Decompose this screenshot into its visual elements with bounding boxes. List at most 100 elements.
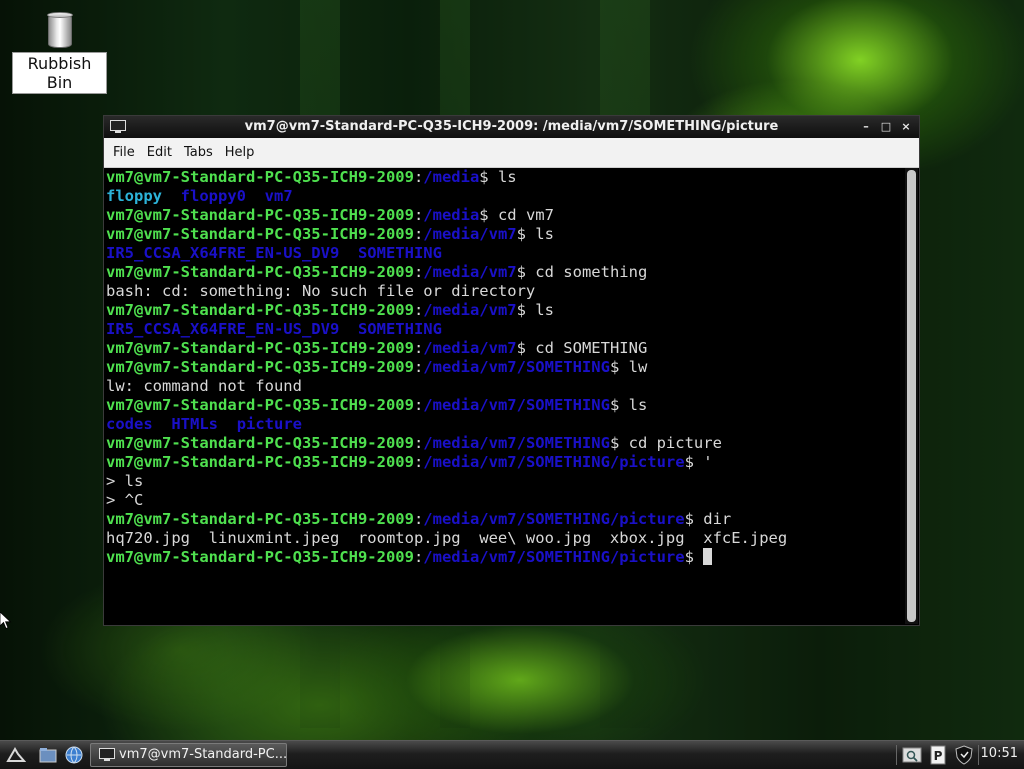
prompt-path: /media [423,168,480,186]
dir-gap [339,320,358,338]
prompt-user: vm7@vm7-Standard-PC-Q35-ICH9-2009 [106,225,414,243]
prompt-user: vm7@vm7-Standard-PC-Q35-ICH9-2009 [106,263,414,281]
terminal-line: vm7@vm7-Standard-PC-Q35-ICH9-2009:/media… [106,396,906,415]
tray-separator [896,745,897,765]
command-text: ls [497,168,517,186]
output-text: > ^C [106,491,144,509]
clipboard-icon[interactable]: P [928,745,948,765]
maximize-button[interactable]: □ [877,118,895,135]
directory-entry: HTMLs [171,415,219,433]
prompt-separator: : [413,548,424,566]
taskbar-task-terminal[interactable]: vm7@vm7-Standard-PC... [90,743,287,767]
prompt-user: vm7@vm7-Standard-PC-Q35-ICH9-2009 [106,453,414,471]
command-text: ls [535,225,554,243]
output-text: lw: command not found [106,377,302,395]
terminal-line: vm7@vm7-Standard-PC-Q35-ICH9-2009:/media… [106,339,906,358]
directory-entry: IR5_CCSA_X64FRE_EN-US_DV9 [106,244,340,262]
terminal-line: vm7@vm7-Standard-PC-Q35-ICH9-2009:/media… [106,453,906,472]
menu-help[interactable]: Help [219,145,261,160]
desktop-icon-rubbish-bin[interactable]: Rubbish Bin [12,12,107,94]
command-text: ls [535,301,554,319]
command-text: ' [703,453,713,471]
tray-separator [978,745,979,765]
close-button[interactable]: × [897,118,915,135]
terminal-icon [99,748,115,761]
minimize-button[interactable]: – [857,118,875,135]
prompt-path: /media/vm7 [423,339,517,357]
prompt-symbol: $ [609,396,629,414]
window-titlebar[interactable]: vm7@vm7-Standard-PC-Q35-ICH9-2009: /medi… [104,116,919,138]
terminal-line: codes HTMLs picture [106,415,906,434]
terminal-line: > ls [106,472,906,491]
prompt-symbol: $ [479,206,498,224]
prompt-symbol: $ [684,453,704,471]
directory-entry: SOMETHING [357,320,442,338]
command-text: cd picture [628,434,722,452]
terminal-line: IR5_CCSA_X64FRE_EN-US_DV9 SOMETHING [106,244,906,263]
menu-icon[interactable] [6,745,26,765]
prompt-user: vm7@vm7-Standard-PC-Q35-ICH9-2009 [106,168,414,186]
scrollbar-thumb[interactable] [907,170,916,622]
prompt-path: /media/vm7/SOMETHING/picture [423,548,685,566]
directory-entry: IR5_CCSA_X64FRE_EN-US_DV9 [106,320,340,338]
dir-gap [246,187,265,205]
terminal-line: vm7@vm7-Standard-PC-Q35-ICH9-2009:/media… [106,548,906,567]
menu-file[interactable]: File [107,145,141,160]
terminal-window[interactable]: vm7@vm7-Standard-PC-Q35-ICH9-2009: /medi… [103,115,920,626]
prompt-symbol: $ [516,225,536,243]
output-text: hq720.jpg linuxmint.jpeg roomtop.jpg wee… [106,529,788,547]
prompt-path: /media/vm7/SOMETHING [423,396,610,414]
menu-tabs[interactable]: Tabs [178,145,219,160]
svg-text:P: P [934,749,943,763]
command-text: cd something [535,263,648,281]
terminal-output[interactable]: vm7@vm7-Standard-PC-Q35-ICH9-2009:/media… [105,168,906,624]
directory-entry: floppy0 [180,187,246,205]
prompt-symbol: $ [609,434,629,452]
dir-gap [153,415,172,433]
output-text: > ls [106,472,144,490]
menu-edit[interactable]: Edit [141,145,178,160]
shield-icon[interactable] [954,745,974,765]
window-title: vm7@vm7-Standard-PC-Q35-ICH9-2009: /medi… [244,119,779,134]
web-browser-icon[interactable] [64,745,84,765]
directory-entry: floppy [106,187,162,205]
terminal-line: vm7@vm7-Standard-PC-Q35-ICH9-2009:/media… [106,301,906,320]
command-text: cd vm7 [497,206,554,224]
prompt-symbol: $ [684,548,704,566]
directory-entry: SOMETHING [357,244,442,262]
prompt-path: /media/vm7 [423,301,517,319]
prompt-separator: : [413,168,424,186]
prompt-user: vm7@vm7-Standard-PC-Q35-ICH9-2009 [106,206,414,224]
terminal-line: vm7@vm7-Standard-PC-Q35-ICH9-2009:/media… [106,263,906,282]
taskbar: vm7@vm7-Standard-PC... P 10:51 [0,740,1024,769]
prompt-user: vm7@vm7-Standard-PC-Q35-ICH9-2009 [106,510,414,528]
prompt-user: vm7@vm7-Standard-PC-Q35-ICH9-2009 [106,301,414,319]
prompt-path: /media/vm7 [423,263,517,281]
prompt-user: vm7@vm7-Standard-PC-Q35-ICH9-2009 [106,358,414,376]
prompt-symbol: $ [684,510,704,528]
terminal-line: vm7@vm7-Standard-PC-Q35-ICH9-2009:/media… [106,225,906,244]
prompt-separator: : [413,301,424,319]
file-manager-icon[interactable] [38,745,58,765]
prompt-separator: : [413,263,424,281]
terminal-line: vm7@vm7-Standard-PC-Q35-ICH9-2009:/media… [106,168,906,187]
prompt-user: vm7@vm7-Standard-PC-Q35-ICH9-2009 [106,548,414,566]
prompt-symbol: $ [516,339,536,357]
prompt-separator: : [413,453,424,471]
terminal-line: vm7@vm7-Standard-PC-Q35-ICH9-2009:/media… [106,206,906,225]
prompt-separator: : [413,434,424,452]
directory-entry: picture [236,415,303,433]
menu-bar: File Edit Tabs Help [104,138,919,168]
prompt-separator: : [413,358,424,376]
terminal-line: vm7@vm7-Standard-PC-Q35-ICH9-2009:/media… [106,510,906,529]
terminal-line: > ^C [106,491,906,510]
prompt-symbol: $ [516,263,536,281]
vertical-scrollbar[interactable] [905,168,918,624]
search-icon[interactable] [902,745,922,765]
clock: 10:51 [980,746,1018,761]
prompt-symbol: $ [609,358,629,376]
text-cursor [703,548,713,565]
terminal-line: bash: cd: something: No such file or dir… [106,282,906,301]
prompt-path: /media [423,206,480,224]
mouse-pointer-icon [0,612,12,630]
